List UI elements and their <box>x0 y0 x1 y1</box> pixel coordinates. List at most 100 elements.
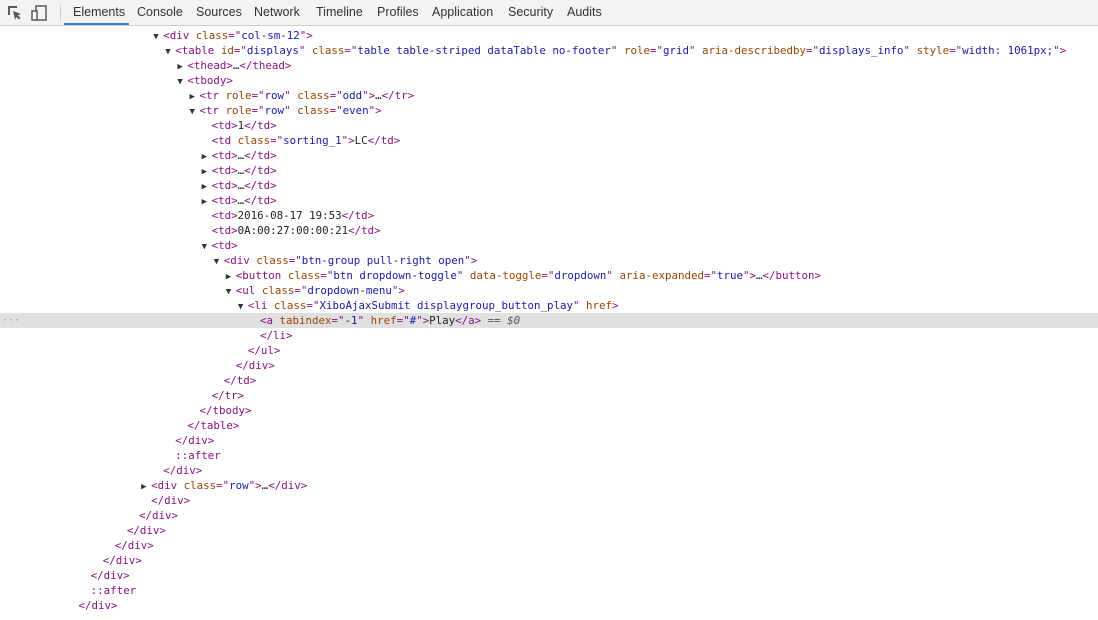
dom-node[interactable]: </div> <box>0 598 1098 613</box>
tab-application[interactable]: Application <box>432 0 493 25</box>
dom-node[interactable]: ::after <box>0 583 1098 598</box>
token-tag: =" <box>288 254 302 267</box>
token-tag: </ul> <box>247 344 281 357</box>
token-val: btn dropdown-toggle <box>333 269 457 282</box>
token-tag: </button> <box>762 269 822 282</box>
tab-network[interactable]: Network <box>254 0 300 25</box>
dom-node[interactable]: ▼ <div class="col-sm-12"> <box>0 28 1098 43</box>
token-attr: class <box>256 254 289 267</box>
dom-node[interactable]: </div> <box>0 523 1098 538</box>
dom-node[interactable]: </table> <box>0 418 1098 433</box>
dom-node[interactable]: <td>1</td> <box>0 118 1098 133</box>
token-tag: </div> <box>151 494 191 507</box>
token-tag: </td> <box>244 164 277 177</box>
dom-node[interactable]: </div> <box>0 568 1098 583</box>
token-tag: =" <box>251 104 265 117</box>
dom-node[interactable]: ▼ <table id="displays" class="table table… <box>0 43 1098 58</box>
token-attr: aria-describedby <box>702 44 807 57</box>
dom-node[interactable]: </div> <box>0 358 1098 373</box>
token-val: displays_info <box>819 44 904 57</box>
token-tag: <div <box>223 254 257 267</box>
dom-node[interactable]: ▶ <td>…</td> <box>0 178 1098 193</box>
token-val: row <box>264 104 285 117</box>
dom-node[interactable]: ▶ <tr role="row" class="odd">…</tr> <box>0 88 1098 103</box>
tab-audits[interactable]: Audits <box>567 0 602 25</box>
token-tag: " <box>572 299 586 312</box>
dom-node[interactable]: ▶ <button class="btn dropdown-toggle" dat… <box>0 268 1098 283</box>
dom-node[interactable]: ▶ <td>…</td> <box>0 193 1098 208</box>
devtools-toolbar: Elements Console Sources Network Timelin… <box>0 0 1098 26</box>
token-tag: </a> <box>455 314 482 327</box>
token-tag: =" <box>306 299 320 312</box>
token-tag: =" <box>329 104 343 117</box>
dom-node[interactable]: ▶ <td>…</td> <box>0 163 1098 178</box>
dom-node[interactable]: ::after <box>0 448 1098 463</box>
dom-node[interactable]: ▼ <td> <box>0 238 1098 253</box>
token-val: XiboAjaxSubmit displaygroup_button_play <box>319 299 573 312</box>
tab-sources[interactable]: Sources <box>196 0 242 25</box>
dom-node[interactable]: </tbody> <box>0 403 1098 418</box>
token-tag: <li <box>247 299 274 312</box>
dom-node[interactable]: </div> <box>0 433 1098 448</box>
token-tag: <a <box>260 314 280 327</box>
token-attr: aria-expanded <box>619 269 704 282</box>
token-val: even <box>342 104 369 117</box>
token-tag: <div <box>151 479 184 492</box>
token-txt: 2016-08-17 19:53 <box>237 209 342 222</box>
token-tag: =" <box>270 134 284 147</box>
dom-node[interactable]: </div> <box>0 508 1098 523</box>
token-tag: =" <box>216 479 230 492</box>
dom-node[interactable]: ▶ <td>…</td> <box>0 148 1098 163</box>
token-tag: </td> <box>223 374 257 387</box>
dom-node[interactable]: ▼ <tbody> <box>0 73 1098 88</box>
token-txt: LC <box>354 134 368 147</box>
dom-node[interactable]: ▶ <thead>…</thead> <box>0 58 1098 73</box>
token-attr: role <box>623 44 650 57</box>
dom-node[interactable]: </ul> <box>0 343 1098 358</box>
dom-node[interactable]: ▶ <div class="row">…</div> <box>0 478 1098 493</box>
dom-node[interactable]: ▼ <div class="btn-group pull-right open"> <box>0 253 1098 268</box>
token-tag: </td> <box>348 224 381 237</box>
token-tag: " <box>284 104 298 117</box>
tab-timeline[interactable]: Timeline <box>316 0 363 25</box>
token-tag: </div> <box>175 434 215 447</box>
dom-node[interactable]: <td>0A:00:27:00:00:21</td> <box>0 223 1098 238</box>
inspect-icon[interactable] <box>6 4 24 22</box>
token-tag: " <box>606 269 620 282</box>
dom-node[interactable]: </li> <box>0 328 1098 343</box>
tab-security[interactable]: Security <box>508 0 553 25</box>
dom-node[interactable]: ▼ <tr role="row" class="even"> <box>0 103 1098 118</box>
dom-node[interactable]: ▼ <li class="XiboAjaxSubmit displaygroup_… <box>0 298 1098 313</box>
token-tag: </td> <box>367 134 401 147</box>
tab-elements[interactable]: Elements <box>73 0 125 25</box>
dom-node[interactable]: ▼ <ul class="dropdown-menu"> <box>0 283 1098 298</box>
dom-node-selected[interactable]: ··· <a tabindex="-1" href="#">Play</a> =… <box>0 313 1098 328</box>
token-tag: <tr <box>199 104 226 117</box>
token-tag: </div> <box>90 569 130 582</box>
dom-node[interactable]: </td> <box>0 373 1098 388</box>
dom-node[interactable]: <td>2016-08-17 19:53</td> <box>0 208 1098 223</box>
dom-node[interactable]: <td class="sorting_1">LC</td> <box>0 133 1098 148</box>
token-tag: =" <box>331 314 345 327</box>
dom-node[interactable]: </div> <box>0 463 1098 478</box>
token-attr: id <box>220 44 234 57</box>
dom-node[interactable]: </div> <box>0 538 1098 553</box>
token-attr: class <box>311 44 345 57</box>
token-tag: =" <box>649 44 663 57</box>
token-tag: " <box>610 44 624 57</box>
dom-node[interactable]: </div> <box>0 493 1098 508</box>
node-content: </div> <box>69 598 118 615</box>
dom-node[interactable]: </tr> <box>0 388 1098 403</box>
dom-node[interactable]: </div> <box>0 553 1098 568</box>
token-tag: "> <box>742 269 756 282</box>
token-tag: </td> <box>244 179 277 192</box>
token-tag: " <box>903 44 917 57</box>
node-actions-icon[interactable]: ··· <box>2 313 20 328</box>
token-tag: =" <box>294 284 308 297</box>
token-tag: <tr <box>199 89 226 102</box>
token-val: row <box>229 479 249 492</box>
token-attr: style <box>916 44 950 57</box>
tab-profiles[interactable]: Profiles <box>377 0 419 25</box>
device-mode-icon[interactable] <box>30 4 48 22</box>
tab-console[interactable]: Console <box>137 0 183 25</box>
